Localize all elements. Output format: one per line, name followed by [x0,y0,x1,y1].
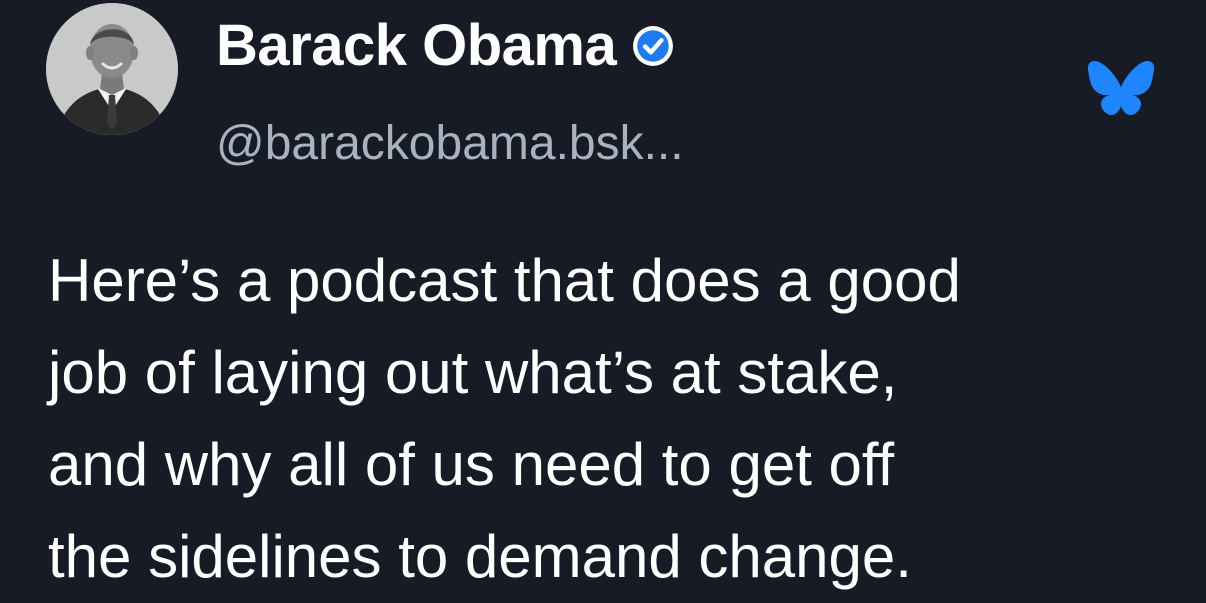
verified-badge-icon [632,25,674,67]
author-display-name: Barack Obama [216,13,617,78]
post-card: Barack Obama @barackobama.bsk... Here’s … [0,0,1206,590]
post-text-line: the sidelines to demand change. [48,523,912,590]
post-body: Here’s a podcast that does a good job of… [48,235,1178,603]
post-text-line: job of laying out what’s at stake, [48,339,898,406]
author-name[interactable]: Barack Obama [216,17,674,75]
profile-photo [46,3,178,135]
author-handle[interactable]: @barackobama.bsk... [216,120,684,168]
avatar[interactable] [46,3,178,135]
post-text-line: and why all of us need to get off [48,431,895,498]
bluesky-butterfly-icon [1085,57,1157,123]
post-text-line: Here’s a podcast that does a good [48,247,961,314]
